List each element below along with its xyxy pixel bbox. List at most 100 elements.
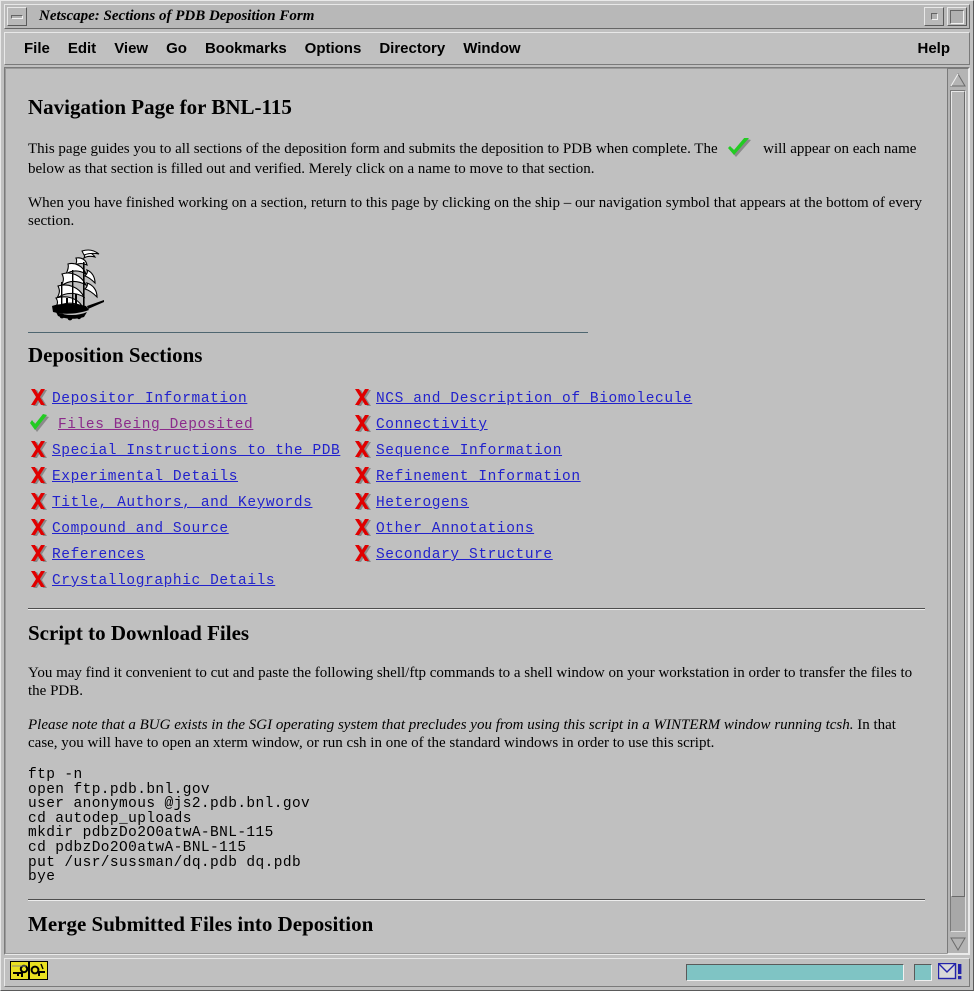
page-title: Navigation Page for BNL-115 — [28, 95, 292, 119]
security-key-icon[interactable] — [10, 960, 29, 985]
menu-edit[interactable]: Edit — [59, 37, 105, 60]
scroll-down-arrow[interactable] — [949, 935, 967, 953]
x-mark-icon — [28, 439, 50, 463]
mail-alert-icon[interactable] — [937, 962, 964, 983]
window-maximize-button[interactable] — [947, 7, 967, 26]
section-link-sequence-information[interactable]: Sequence Information — [376, 443, 562, 459]
content-frame: Navigation Page for BNL-115 This page gu… — [4, 67, 970, 955]
section-row-title-authors-keywords: Title, Authors, and Keywords — [28, 490, 352, 516]
window-restore-button[interactable] — [924, 7, 944, 26]
divider-top — [28, 332, 588, 333]
section-link-ncs-description[interactable]: NCS and Description of Biomolecule — [376, 391, 692, 407]
section-row-secondary-structure: Secondary Structure — [352, 542, 692, 568]
menu-window[interactable]: Window — [454, 37, 529, 60]
menu-options[interactable]: Options — [296, 37, 371, 60]
chevron-down-icon — [950, 937, 966, 951]
security-indicators — [10, 960, 48, 985]
window-title: Netscape: Sections of PDB Deposition For… — [39, 8, 315, 24]
section-link-refinement-information[interactable]: Refinement Information — [376, 469, 581, 485]
x-mark-icon — [28, 491, 50, 515]
section-row-files-being-deposited: Files Being Deposited — [28, 412, 352, 438]
menu-go[interactable]: Go — [157, 37, 196, 60]
script-note-paragraph: Please note that a BUG exists in the SGI… — [28, 716, 925, 752]
ftp-script-block: ftp -n open ftp.pdb.bnl.gov user anonymo… — [28, 767, 311, 886]
scrollbar-thumb[interactable] — [951, 91, 965, 898]
section-link-title-authors-keywords[interactable]: Title, Authors, and Keywords — [52, 495, 312, 511]
section-link-crystallographic-details[interactable]: Crystallographic Details — [52, 573, 275, 589]
menu-directory[interactable]: Directory — [370, 37, 454, 60]
section-row-crystallographic-details: Crystallographic Details — [28, 568, 352, 594]
menu-bar: File Edit View Go Bookmarks Options Dire… — [4, 32, 970, 65]
x-mark-icon — [28, 387, 50, 411]
scrollbar-trough[interactable] — [950, 90, 966, 932]
section-row-refinement-information: Refinement Information — [352, 464, 692, 490]
minimize-icon — [11, 14, 23, 19]
menu-view[interactable]: View — [105, 37, 157, 60]
section-row-special-instructions: Special Instructions to the PDB — [28, 438, 352, 464]
section-link-special-instructions[interactable]: Special Instructions to the PDB — [52, 443, 340, 459]
x-mark-icon — [352, 387, 374, 411]
script-section-heading: Script to Download Files — [28, 621, 250, 645]
html-document: Navigation Page for BNL-115 This page gu… — [6, 69, 947, 953]
divider-script-section — [28, 608, 925, 609]
section-link-secondary-structure[interactable]: Secondary Structure — [376, 547, 553, 563]
section-row-connectivity: Connectivity — [352, 412, 692, 438]
chevron-up-icon — [950, 73, 966, 87]
section-row-sequence-information: Sequence Information — [352, 438, 692, 464]
deposition-sections-list: Depositor Information Files Being Deposi… — [28, 386, 925, 594]
intro-text-part1: This page guides you to all sections of … — [28, 141, 718, 157]
x-mark-icon — [352, 439, 374, 463]
x-mark-icon — [352, 543, 374, 567]
section-link-connectivity[interactable]: Connectivity — [376, 417, 488, 433]
ship-icon — [52, 249, 104, 321]
section-row-experimental-details: Experimental Details — [28, 464, 352, 490]
script-note-italic: Please note that a BUG exists in the SGI… — [28, 717, 854, 733]
section-row-compound-and-source: Compound and Source — [28, 516, 352, 542]
scroll-up-arrow[interactable] — [949, 71, 967, 89]
restore-icon — [930, 13, 938, 20]
merge-section-heading: Merge Submitted Files into Deposition — [28, 911, 374, 936]
statusbar-indicator-box — [914, 964, 932, 981]
section-link-depositor-information[interactable]: Depositor Information — [52, 391, 247, 407]
page-viewport: Navigation Page for BNL-115 This page gu… — [5, 68, 947, 954]
sections-column-left: Depositor Information Files Being Deposi… — [28, 386, 352, 594]
section-row-heterogens: Heterogens — [352, 490, 692, 516]
status-bar — [4, 958, 970, 987]
x-mark-icon — [352, 465, 374, 489]
ship-image[interactable] — [28, 244, 925, 326]
section-row-depositor-information: Depositor Information — [28, 386, 352, 412]
check-mark-icon — [28, 413, 50, 437]
x-mark-icon — [28, 543, 50, 567]
maximize-icon — [950, 9, 964, 24]
x-mark-icon — [352, 491, 374, 515]
window-minimize-button[interactable] — [7, 7, 27, 26]
window-titlebar: Netscape: Sections of PDB Deposition For… — [4, 4, 970, 29]
menu-bookmarks[interactable]: Bookmarks — [196, 37, 296, 60]
menu-help[interactable]: Help — [908, 37, 959, 60]
x-mark-icon — [352, 517, 374, 541]
deposition-sections-heading: Deposition Sections — [28, 343, 203, 367]
section-link-compound-and-source[interactable]: Compound and Source — [52, 521, 229, 537]
section-row-other-annotations: Other Annotations — [352, 516, 692, 542]
broken-key-icon[interactable] — [29, 960, 48, 985]
x-mark-icon — [28, 465, 50, 489]
section-link-experimental-details[interactable]: Experimental Details — [52, 469, 238, 485]
section-link-heterogens[interactable]: Heterogens — [376, 495, 469, 511]
divider-merge-section — [28, 898, 925, 900]
intro-paragraph: This page guides you to all sections of … — [28, 137, 925, 178]
sections-column-right: NCS and Description of Biomolecule Conne… — [352, 386, 692, 594]
x-mark-icon — [28, 517, 50, 541]
menu-file[interactable]: File — [15, 37, 59, 60]
section-row-references: References — [28, 542, 352, 568]
vertical-scrollbar[interactable] — [947, 68, 969, 954]
intro-paragraph-2: When you have finished working on a sect… — [28, 195, 922, 229]
x-mark-icon — [352, 413, 374, 437]
script-intro-paragraph: You may find it convenient to cut and pa… — [28, 665, 913, 699]
section-link-files-being-deposited[interactable]: Files Being Deposited — [58, 417, 253, 433]
section-link-references[interactable]: References — [52, 547, 145, 563]
progress-bar — [686, 964, 904, 981]
check-mark-icon — [727, 137, 753, 160]
section-row-ncs-description: NCS and Description of Biomolecule — [352, 386, 692, 412]
section-link-other-annotations[interactable]: Other Annotations — [376, 521, 534, 537]
x-mark-icon — [28, 569, 50, 593]
